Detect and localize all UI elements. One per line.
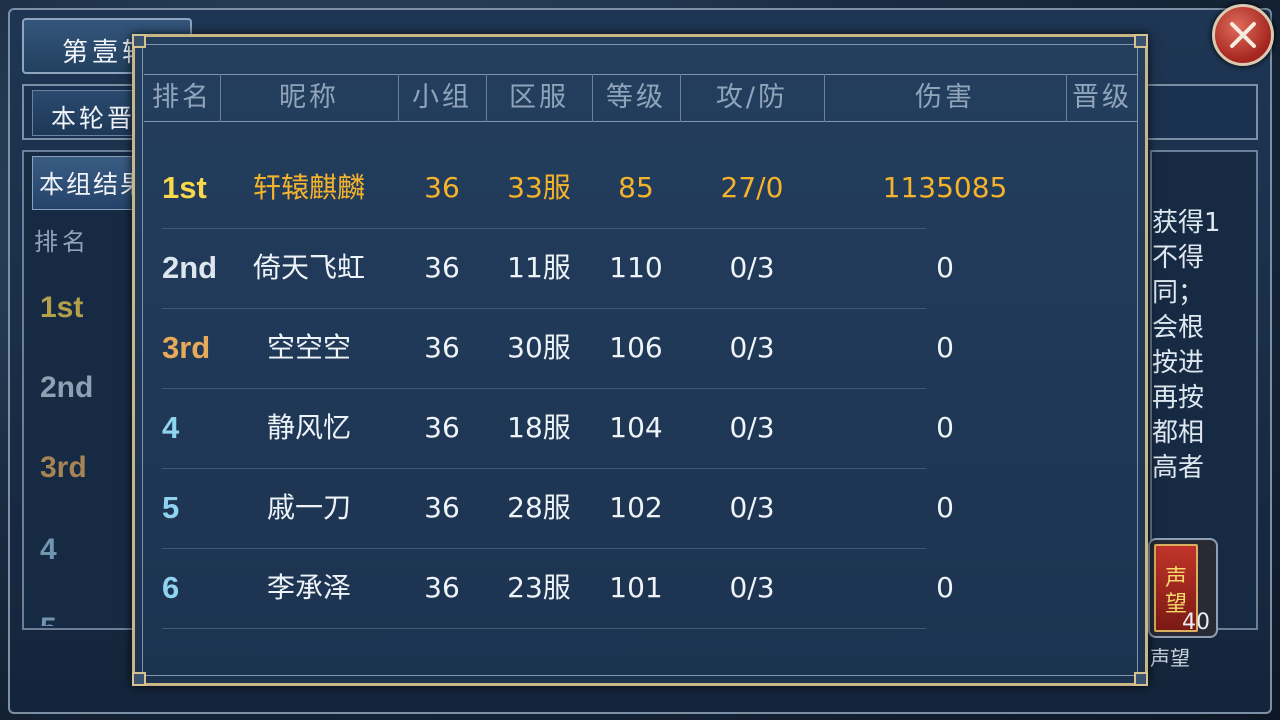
row-nickname[interactable]: 倚天飞虹 bbox=[220, 248, 398, 288]
group-result-rank: 4 bbox=[40, 533, 57, 566]
row-group: 36 bbox=[424, 571, 460, 604]
row-nickname[interactable]: 静风忆 bbox=[220, 408, 398, 448]
close-button[interactable] bbox=[1212, 4, 1274, 66]
row-divider bbox=[162, 548, 926, 549]
row-rank: 6 bbox=[162, 570, 180, 605]
corner-ornament bbox=[132, 34, 146, 48]
header-nickname: 昵称 bbox=[279, 82, 339, 113]
header-divider bbox=[486, 74, 487, 122]
group-result-rank: 5 bbox=[40, 612, 57, 626]
header-rank: 排名 bbox=[152, 82, 212, 113]
group-result-rank-header: 排名 bbox=[34, 228, 90, 256]
header-divider bbox=[824, 74, 825, 122]
corner-ornament bbox=[1134, 34, 1148, 48]
header-damage: 伤害 bbox=[915, 82, 975, 113]
row-damage: 0 bbox=[936, 251, 954, 284]
row-level: 106 bbox=[609, 331, 663, 364]
row-server: 33服 bbox=[507, 171, 571, 204]
row-atk-def: 0/3 bbox=[729, 491, 775, 524]
row-server: 23服 bbox=[507, 571, 571, 604]
row-damage: 0 bbox=[936, 491, 954, 524]
row-atk-def: 27/0 bbox=[720, 171, 784, 204]
corner-ornament bbox=[1134, 672, 1148, 686]
reward-label: 声望 bbox=[1150, 646, 1190, 670]
reward-count: 40 bbox=[1182, 610, 1210, 635]
header-divider bbox=[1066, 74, 1067, 122]
row-atk-def: 0/3 bbox=[729, 571, 775, 604]
row-server: 11服 bbox=[507, 251, 571, 284]
header-group: 小组 bbox=[412, 82, 472, 113]
row-group: 36 bbox=[424, 331, 460, 364]
rules-text-line: 同； bbox=[1152, 278, 1205, 308]
row-damage: 0 bbox=[936, 411, 954, 444]
row-nickname[interactable]: 李承泽 bbox=[220, 568, 398, 608]
rules-text-line: 不得 bbox=[1152, 243, 1205, 273]
row-atk-def: 0/3 bbox=[729, 251, 775, 284]
row-group: 36 bbox=[424, 251, 460, 284]
header-divider bbox=[680, 74, 681, 122]
rules-text-line: 获得1 bbox=[1152, 208, 1221, 238]
row-rank: 5 bbox=[162, 490, 180, 525]
row-atk-def: 0/3 bbox=[729, 331, 775, 364]
row-nickname[interactable]: 轩辕麒麟 bbox=[220, 168, 398, 208]
row-rank: 4 bbox=[162, 410, 180, 445]
rules-text: 获得1 不得同； 会根按进再按都相高者 bbox=[1152, 206, 1256, 486]
row-level: 102 bbox=[609, 491, 663, 524]
row-server: 28服 bbox=[507, 491, 571, 524]
row-divider bbox=[162, 308, 926, 309]
group-result-rank: 3rd bbox=[40, 451, 87, 484]
group-result-rank: 2nd bbox=[40, 371, 94, 404]
row-level: 101 bbox=[609, 571, 663, 604]
row-group: 36 bbox=[424, 491, 460, 524]
header-divider bbox=[398, 74, 399, 122]
row-divider bbox=[162, 388, 926, 389]
rules-text-line: 会根 bbox=[1152, 313, 1205, 343]
rules-text-line: 再按 bbox=[1152, 383, 1205, 413]
row-level: 104 bbox=[609, 411, 663, 444]
row-atk-def: 0/3 bbox=[729, 411, 775, 444]
header-atk-def: 攻/防 bbox=[715, 82, 789, 113]
row-damage: 1135085 bbox=[882, 171, 1008, 204]
group-result-tab[interactable]: 本组结果 bbox=[32, 156, 142, 210]
row-damage: 0 bbox=[936, 331, 954, 364]
row-server: 30服 bbox=[507, 331, 571, 364]
row-divider bbox=[162, 228, 926, 229]
row-divider bbox=[162, 468, 926, 469]
row-group: 36 bbox=[424, 411, 460, 444]
row-nickname[interactable]: 戚一刀 bbox=[220, 488, 398, 528]
row-level: 85 bbox=[618, 171, 654, 204]
header-divider bbox=[220, 74, 221, 122]
header-divider bbox=[592, 74, 593, 122]
row-rank: 1st bbox=[162, 170, 207, 205]
row-nickname[interactable]: 空空空 bbox=[220, 328, 398, 368]
row-rank: 3rd bbox=[162, 330, 211, 365]
header-level: 等级 bbox=[606, 82, 666, 113]
row-group: 36 bbox=[424, 171, 460, 204]
rules-text-line: 都相 bbox=[1152, 418, 1205, 448]
row-level: 110 bbox=[609, 251, 663, 284]
row-server: 18服 bbox=[507, 411, 571, 444]
row-divider bbox=[162, 628, 926, 629]
corner-ornament bbox=[132, 672, 146, 686]
header-promotion: 晋级 bbox=[1072, 82, 1132, 113]
row-damage: 0 bbox=[936, 571, 954, 604]
close-icon bbox=[1230, 22, 1256, 48]
rules-text-line: 高者 bbox=[1152, 453, 1205, 483]
rules-text-line: 按进 bbox=[1152, 348, 1205, 378]
group-result-rank: 1st bbox=[40, 291, 84, 324]
row-rank: 2nd bbox=[162, 250, 218, 285]
header-server: 区服 bbox=[509, 82, 569, 113]
